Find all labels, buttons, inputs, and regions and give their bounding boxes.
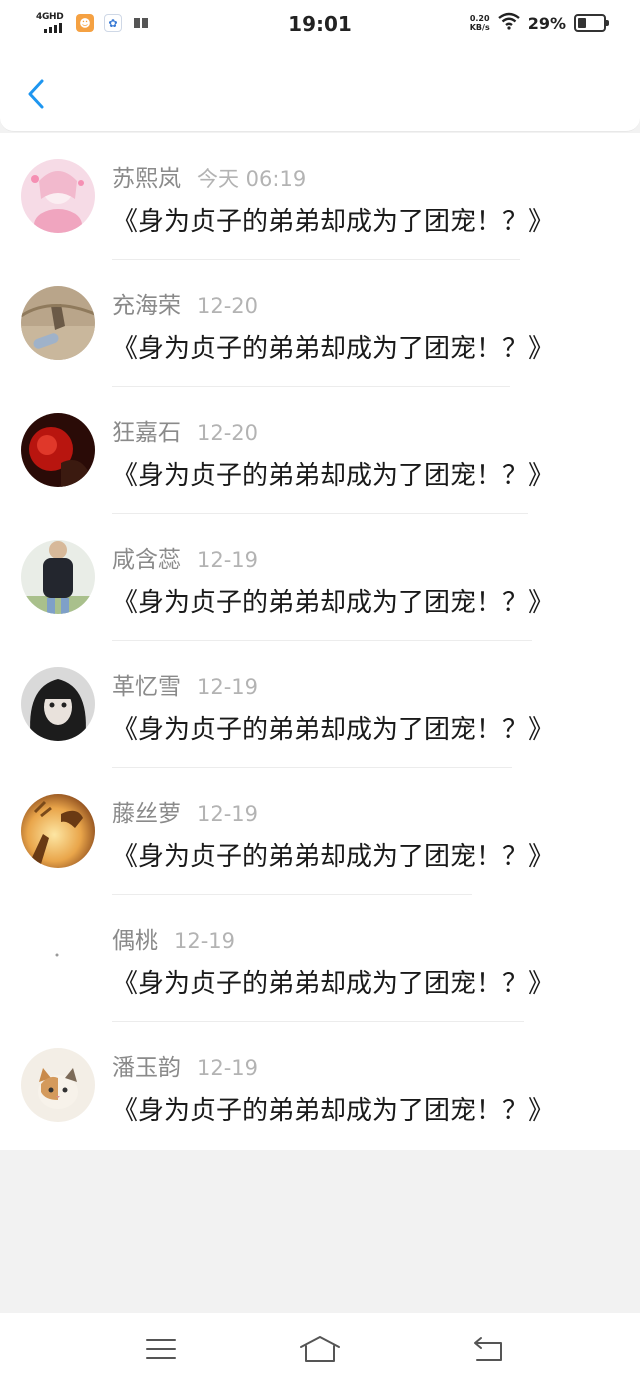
system-nav-bar — [0, 1313, 640, 1387]
battery-icon — [574, 14, 609, 32]
message-preview: 《身为贞子的弟弟却成为了团宠！？》 — [112, 461, 555, 491]
sender-name: 藤丝萝 12-19 — [112, 801, 259, 827]
avatar — [21, 286, 95, 360]
list-item[interactable]: 藤丝萝 12-19 《身为贞子的弟弟却成为了团宠！？》 — [0, 768, 640, 895]
avatar — [21, 794, 95, 868]
message-preview: 《身为贞子的弟弟却成为了团宠！？》 — [112, 715, 555, 745]
message-date: 12-19 — [197, 548, 259, 572]
avatar — [21, 667, 95, 741]
sender-name: 偶桃 12-19 — [112, 928, 236, 954]
message-preview: 《身为贞子的弟弟却成为了团宠！？》 — [112, 207, 555, 237]
back-arrow-icon — [474, 1337, 502, 1361]
list-item[interactable]: 偶桃 12-19 《身为贞子的弟弟却成为了团宠！？》 — [0, 895, 640, 1022]
list-item[interactable]: 苏熙岚 今天 06:19 《身为贞子的弟弟却成为了团宠！？》 — [0, 133, 640, 260]
avatar — [21, 921, 95, 995]
list-item[interactable]: 充海荣 12-20 《身为贞子的弟弟却成为了团宠！？》 — [0, 260, 640, 387]
message-preview: 《身为贞子的弟弟却成为了团宠！？》 — [112, 1096, 555, 1126]
menu-button[interactable] — [131, 1329, 191, 1369]
sender-name: 狂嘉石 12-20 — [112, 420, 259, 446]
message-preview: 《身为贞子的弟弟却成为了团宠！？》 — [112, 588, 555, 618]
sender-name: 潘玉韵 12-19 — [112, 1055, 259, 1081]
message-date: 12-19 — [197, 802, 259, 826]
message-date: 12-20 — [197, 421, 259, 445]
message-date: 12-20 — [197, 294, 259, 318]
avatar — [21, 413, 95, 487]
home-icon — [300, 1336, 340, 1362]
network-speed: 0.20 KB/s — [469, 14, 490, 32]
message-preview: 《身为贞子的弟弟却成为了团宠！？》 — [112, 334, 555, 364]
avatar — [21, 159, 95, 233]
list-item[interactable]: 潘玉韵 12-19 《身为贞子的弟弟却成为了团宠！？》 — [0, 1022, 640, 1149]
message-list: 苏熙岚 今天 06:19 《身为贞子的弟弟却成为了团宠！？》 充海荣 12-20 《… — [0, 133, 640, 1150]
message-preview: 《身为贞子的弟弟却成为了团宠！？》 — [112, 842, 555, 872]
list-item[interactable]: 咸含蕊 12-19 《身为贞子的弟弟却成为了团宠！？》 — [0, 514, 640, 641]
back-button[interactable] — [18, 74, 54, 114]
back-nav-button[interactable] — [458, 1329, 518, 1369]
message-date: 12-19 — [197, 1056, 259, 1080]
avatar — [21, 1048, 95, 1122]
sender-name: 充海荣 12-20 — [112, 293, 259, 319]
battery-percent: 29% — [527, 13, 566, 33]
home-button[interactable] — [290, 1329, 350, 1369]
wifi-icon — [497, 12, 520, 34]
sender-name: 苏熙岚 今天 06:19 — [112, 166, 307, 192]
list-item[interactable]: 狂嘉石 12-20 《身为贞子的弟弟却成为了团宠！？》 — [0, 387, 640, 514]
menu-icon — [146, 1339, 176, 1359]
status-bar: 4GHD ☻ ✿ 19:01 0.20 KB/s 29% — [0, 0, 640, 50]
chevron-left-icon — [28, 79, 44, 109]
message-preview: 《身为贞子的弟弟却成为了团宠！？》 — [112, 969, 555, 999]
sender-name: 咸含蕊 12-19 — [112, 547, 259, 573]
message-date: 12-19 — [174, 929, 236, 953]
avatar — [21, 540, 95, 614]
list-item[interactable]: 革忆雪 12-19 《身为贞子的弟弟却成为了团宠！？》 — [0, 641, 640, 768]
sender-name: 革忆雪 12-19 — [112, 674, 259, 700]
top-bar — [0, 50, 640, 132]
message-date: 今天 06:19 — [197, 167, 307, 191]
message-date: 12-19 — [197, 675, 259, 699]
